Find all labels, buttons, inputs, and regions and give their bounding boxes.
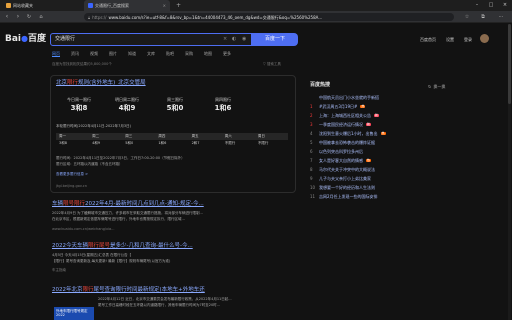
card-source[interactable]: jtgl.beijing.gov.cn	[56, 184, 87, 188]
result-snippet: 4月5日 今天4月15日(星期五)汇总表 在限行公告【	[52, 253, 132, 257]
address-bar-row: ‹ › ↻ ⌂ 🔒︎ https://www.baidu.com/s?ie=ut…	[0, 11, 512, 23]
search-input[interactable]: 交通限行	[50, 33, 252, 46]
result-title-link[interactable]: 2022今天车辆限行尾号是多少-几和几查询-最什么号-今...	[52, 243, 193, 250]
result-snippet: 尾号工作日高峰时段在五环路以内道路限行，其他车辆限行时间为7时至20时...	[98, 303, 221, 307]
result-snippet: 2022年4月9日 为了缓解城市交通压力，许多城市在采取交通限行措施，将对部分车…	[52, 211, 203, 215]
hot-item[interactable]: 11 吉网2月任上发现一些的国际安排	[310, 194, 378, 199]
hot-item[interactable]: 10 我想要一个好的经历和人生法则	[310, 185, 375, 190]
menu-icon[interactable]: ⋯	[496, 11, 506, 23]
tab-wenku[interactable]: 文库	[147, 51, 155, 57]
voice-search-icon[interactable]: ◐	[232, 36, 236, 42]
restriction-period: 本轮限行时间(2022年4月11日-2022年7月3日)	[56, 124, 131, 128]
tab-map[interactable]: 地图	[204, 51, 212, 57]
tab-bar: 网站收藏夹 交通限行_百度搜索 × + – □ ×	[0, 0, 512, 11]
tab-zhidao[interactable]: 知道	[128, 51, 136, 57]
result-snippet: 2022年4月12日 近日，北京市交通委员会发布最新限行政策，从2022年4月1…	[98, 297, 232, 301]
paw-icon: ●	[21, 34, 29, 43]
refresh-button[interactable]: ↻ 换一换	[428, 84, 445, 89]
hot-item[interactable]: 5 中国被拿去恐怖袭击的爆炸证据	[310, 140, 375, 145]
result-title-link[interactable]: 2022年北京限行尾号查询限行时间最新规定(本地车+外地车还	[52, 287, 205, 294]
favorites-icon	[6, 3, 11, 8]
refresh-icon: ↻	[428, 84, 432, 89]
reload-icon[interactable]: ↻	[24, 11, 34, 23]
url-field[interactable]: 🔒︎ https://www.baidu.com/s?ie=utf-8&f=8&…	[84, 13, 454, 21]
new-tab-icon[interactable]: +	[172, 0, 182, 11]
hot-item[interactable]: 4 沈阳到生意火爆后1小时，出售出 热	[310, 131, 386, 136]
hot-item[interactable]: 1 #武汉周五3月19日# 热	[310, 104, 366, 109]
hot-item[interactable]: 中国航天员出门小水坐就的手新搭	[310, 95, 379, 100]
result-snippet: 在北京市区，根据新规定依据车牌尾号进行限行，外地车也需按规定执行，限行区域...	[52, 217, 185, 221]
search-tools-link[interactable]: ▽ 搜索工具	[263, 62, 281, 66]
today-restriction: 今日周一限行 3和8	[67, 97, 91, 112]
hot-item[interactable]: 3 一季度国民经济运行情况 新	[310, 122, 372, 127]
tab-video[interactable]: 视频	[90, 51, 98, 57]
hot-item[interactable]: 6 以色列突击科罗拉多州后	[310, 149, 363, 154]
tab-web[interactable]: 网页	[52, 51, 60, 57]
tab-purchase[interactable]: 采购	[185, 51, 193, 57]
baidu-favicon-icon	[88, 3, 93, 8]
camera-icon[interactable]: ◉	[242, 36, 246, 42]
baidu-logo[interactable]: Bai●百度	[5, 34, 46, 45]
maximize-icon[interactable]: □	[484, 0, 498, 11]
result-snippet: 【限行】尾号查询更新及,每天更新! 最新【限行】规则车辆尾号(以官方为准)	[52, 259, 171, 263]
restriction-note: 限行区域：五环路以内道路（不含五环路）	[56, 162, 123, 166]
home-link[interactable]: 百度首页	[420, 37, 436, 42]
forward-icon[interactable]: ›	[13, 11, 23, 23]
hot-item[interactable]: 9 儿子与夫父亲打小上弟比美家	[310, 176, 371, 181]
back-icon[interactable]: ‹	[2, 11, 12, 23]
close-window-icon[interactable]: ×	[498, 0, 512, 11]
thursday-restriction: 周四限行 1和6	[214, 97, 232, 112]
extensions-icon[interactable]: ⧉	[478, 11, 488, 23]
tab-images[interactable]: 图片	[109, 51, 117, 57]
close-tab-icon[interactable]: ×	[163, 3, 166, 8]
hot-item[interactable]: 7 女人是好客大自然的情感 热	[310, 158, 372, 163]
settings-link[interactable]: 设置	[446, 37, 454, 42]
result-title-link[interactable]: 车辆限号限行2022年4月-最新时间几点到几点-通知-规定-今...	[52, 201, 204, 208]
star-icon[interactable]: ☆	[462, 11, 472, 23]
minimize-icon[interactable]: –	[470, 0, 484, 11]
tab-news[interactable]: 资讯	[71, 51, 79, 57]
wednesday-restriction: 周三限行 5和0	[166, 97, 184, 112]
header-links: 百度首页 设置 登录	[420, 37, 472, 42]
clear-icon[interactable]: ×	[223, 36, 227, 42]
hot-item[interactable]: 2 上海：上海城西社区相关公告 新	[310, 113, 380, 118]
more-info-link[interactable]: 查看更多限行信息 >	[56, 172, 88, 176]
scrollbar-thumb[interactable]	[508, 24, 511, 104]
scrollbar[interactable]	[508, 24, 511, 320]
result-count: 百度为您找到相关结果约5,800,000个	[52, 62, 112, 66]
result-thumbnail[interactable]: 外地车限行限号规定2022	[54, 307, 94, 320]
hot-search-title: 百度热搜	[310, 82, 331, 88]
result-source[interactable]: www.kuaidu.com.cn/weichang/xia...	[52, 227, 115, 231]
lock-icon: 🔒︎	[88, 14, 91, 20]
avatar[interactable]	[480, 34, 489, 43]
browser-tab-favorites[interactable]: 网站收藏夹	[2, 0, 60, 11]
restriction-note: 限行时间：2022年4月11日至2022年7月3日，工作日7:00-20:00（…	[56, 156, 185, 160]
result-source[interactable]: 车主指南	[52, 268, 66, 272]
table-row: 3和8 4和9 5和0 1和6 2和7 不限行 不限行	[59, 140, 269, 145]
tab-tieba[interactable]: 贴吧	[166, 51, 174, 57]
card-title-link[interactable]: 北京限行规则(含外地车)_北京交管局	[56, 80, 146, 87]
login-link[interactable]: 登录	[464, 37, 472, 42]
tab-more[interactable]: 更多	[223, 51, 231, 57]
search-button[interactable]: 百度一下	[252, 33, 298, 46]
filter-icon: ▽	[263, 62, 266, 66]
tomorrow-restriction: 明日周二限行 4和9	[115, 97, 139, 112]
tab-label: 交通限行_百度搜索	[95, 3, 129, 8]
tab-label: 网站收藏夹	[13, 3, 33, 8]
week-table: 周一 周二 周三 周四 周五 周六 周日 3和8 4和9 5和0 1和6 2和7…	[56, 133, 288, 146]
browser-tab-search[interactable]: 交通限行_百度搜索 ×	[84, 0, 170, 11]
hot-item[interactable]: 8 马尔代夫关于冲突中的大概说法	[310, 167, 375, 172]
search-tabs: 网页 资讯 视频 图片 知道 文库 贴吧 采购 地图 更多	[52, 51, 231, 57]
home-icon[interactable]: ⌂	[36, 11, 46, 23]
